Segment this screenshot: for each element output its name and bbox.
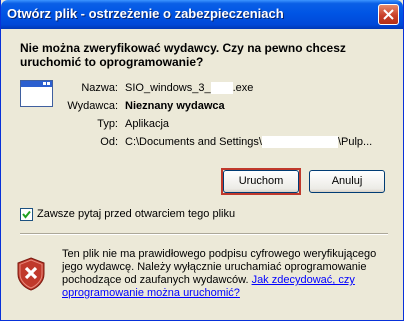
dialog-body: Nie można zweryfikować wydawcy. Czy na p… — [4, 29, 400, 317]
warning-text: Ten plik nie ma prawidłowego podpisu cyf… — [62, 248, 377, 299]
run-button[interactable]: Uruchom — [223, 170, 299, 193]
from-value: C:\Documents and Settings\ \Pulp... — [125, 136, 373, 149]
publisher-label: Wydawca: — [67, 100, 118, 112]
publisher-value: Nieznany wydawca — [125, 100, 225, 112]
checkmark-icon — [22, 210, 31, 219]
application-icon — [20, 80, 53, 107]
close-button[interactable] — [378, 4, 399, 25]
type-label: Typ: — [97, 118, 118, 130]
name-label: Nazwa: — [81, 82, 118, 94]
separator — [20, 233, 388, 235]
redaction — [210, 82, 233, 95]
always-ask-label[interactable]: Zawsze pytaj przed otwarciem tego pliku — [37, 208, 235, 220]
security-shield-icon — [17, 257, 45, 291]
redaction — [261, 136, 338, 149]
question-text: Nie można zweryfikować wydawcy. Czy na p… — [20, 41, 346, 69]
cancel-button[interactable]: Anuluj — [309, 170, 385, 193]
name-value: SIO_windows_3_ .exe — [125, 82, 254, 95]
always-ask-checkbox[interactable] — [20, 208, 33, 221]
security-warning-dialog: Otwórz plik - ostrzeżenie o zabezpieczen… — [0, 0, 404, 321]
close-icon — [383, 9, 394, 20]
from-label: Od: — [100, 136, 118, 148]
type-value: Aplikacja — [125, 118, 170, 130]
window-title: Otwórz plik - ostrzeżenie o zabezpieczen… — [7, 6, 284, 21]
title-bar[interactable]: Otwórz plik - ostrzeżenie o zabezpieczen… — [1, 0, 403, 29]
